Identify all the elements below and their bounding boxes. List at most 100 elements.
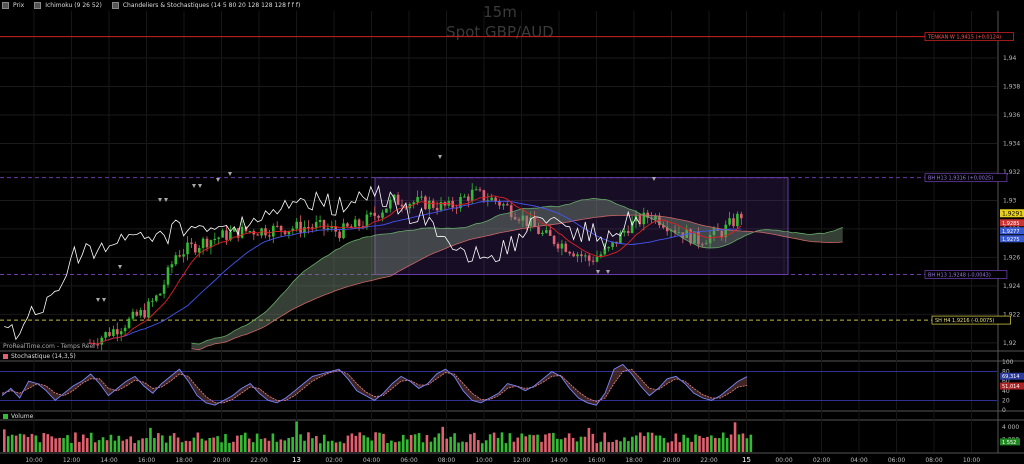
candle-body [463, 196, 466, 198]
level-label: TENKAN W 1,9415 (+0,0124) [927, 35, 1001, 41]
volume-bar [259, 439, 263, 452]
volume-bar [721, 432, 725, 452]
volume-bar [188, 441, 192, 452]
volume-bar [295, 421, 298, 452]
candle-body [494, 197, 497, 201]
time-tick-label: 06:00 [400, 457, 417, 464]
volume-bar [413, 434, 417, 452]
volume-bar [631, 436, 634, 452]
volume-bar [733, 422, 737, 452]
candle-body [584, 255, 587, 257]
time-tick-label: 10:00 [963, 457, 980, 464]
volume-bar [725, 437, 729, 452]
volume-bar [670, 441, 674, 452]
volume-bar [374, 432, 377, 452]
price-badge-label: 1,9277 [1002, 229, 1020, 235]
volume-bar [556, 438, 559, 452]
time-tick-label: 20:00 [663, 457, 680, 464]
volume-bar [500, 432, 504, 452]
volume-bar [421, 442, 425, 452]
volume-bar [10, 434, 14, 452]
chart-canvas[interactable]: 1,941,9381,9361,9341,9321,931,9281,9261,… [0, 0, 1024, 464]
volume-bar [330, 440, 334, 452]
volume-bar [66, 435, 69, 452]
candle-body [490, 197, 493, 201]
candle-body [256, 234, 259, 236]
volume-bar [425, 435, 429, 452]
volume-bar [117, 435, 121, 452]
time-tick-label: 08:00 [438, 457, 455, 464]
volume-bar [62, 438, 65, 452]
volume-bar [216, 436, 219, 452]
volume-bar [635, 435, 638, 452]
volume-bar [232, 441, 235, 452]
candle-body [416, 197, 419, 203]
candle-body [377, 215, 380, 218]
candle-body [194, 243, 197, 253]
stochastic-panel-title: Stochastique (14,3,5) [3, 353, 76, 360]
volume-bar [480, 443, 484, 452]
stochastic-swatch-icon [3, 354, 8, 359]
candle-body [221, 230, 224, 238]
volume-bar [544, 434, 547, 452]
time-tick-label: 18:00 [175, 457, 192, 464]
candle-body [225, 230, 228, 240]
volume-bar [717, 438, 721, 452]
volume-bar [311, 438, 314, 452]
volume-bar [153, 437, 156, 452]
volume-bar [240, 435, 243, 452]
candle-body [381, 212, 384, 218]
candle-body [338, 231, 341, 239]
candle-body [545, 230, 548, 233]
volume-bar [204, 440, 208, 452]
volume-bar [275, 441, 279, 452]
candle-body [186, 242, 189, 255]
time-tick-label: 16:00 [138, 457, 155, 464]
trading-chart-window: Prix Ichimoku (9 26 52) Chandeliers & St… [0, 0, 1024, 464]
time-tick-label: 15 [742, 456, 751, 464]
stochastic-tick-label: 0 [1002, 407, 1006, 414]
volume-bar [263, 438, 267, 452]
volume-bar [362, 435, 366, 452]
volume-bar [74, 432, 77, 452]
volume-bar [358, 432, 362, 452]
volume-bar [283, 440, 287, 452]
signal-arrow-icon [198, 184, 202, 188]
volume-bar [14, 435, 18, 452]
volume-bar [548, 433, 551, 452]
price-badge-label: 1,9275 [1002, 237, 1020, 243]
volume-bar [137, 440, 140, 452]
volume-bar [350, 433, 354, 452]
candle-body [626, 230, 630, 233]
volume-bar [390, 440, 393, 452]
volume-bar [603, 432, 606, 452]
volume-bar [504, 443, 508, 452]
volume-bar [113, 440, 117, 452]
volume-bar [607, 442, 610, 452]
time-tick-label: 10:00 [25, 457, 42, 464]
volume-bar [6, 436, 10, 452]
stochastic-tick-label: 100 [1002, 359, 1014, 366]
volume-bar [50, 436, 53, 452]
candle-body [587, 255, 591, 261]
candle-body [467, 196, 470, 201]
volume-bar [378, 432, 381, 452]
volume-bar [563, 437, 567, 452]
candle-body [162, 284, 166, 294]
candle-body [205, 238, 209, 248]
volume-bar [528, 434, 531, 452]
candle-body [314, 221, 318, 228]
volume-bar [536, 434, 539, 452]
volume-bar [492, 432, 496, 452]
volume-bar [745, 438, 749, 452]
candle-body [108, 332, 111, 336]
volume-bar [595, 443, 599, 452]
candle-body [240, 226, 244, 238]
volume-bar [749, 434, 753, 452]
volume-bar [579, 436, 583, 452]
candle-body [740, 213, 743, 219]
volume-bar [694, 434, 697, 452]
volume-bar [469, 434, 472, 452]
volume-bar [575, 441, 579, 452]
volume-bar [149, 427, 152, 452]
